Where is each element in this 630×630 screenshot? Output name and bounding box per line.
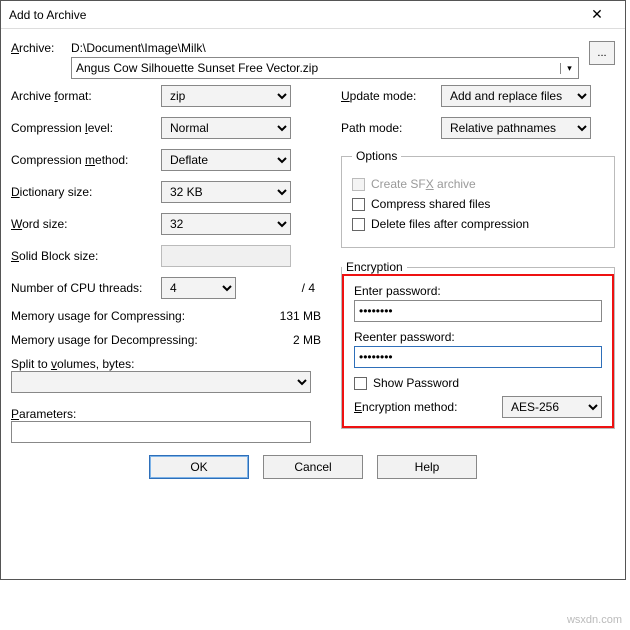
params-label: Parameters: (11, 407, 321, 421)
archive-path: D:\Document\Image\Milk\ (71, 41, 579, 55)
update-mode-label: Update mode: (341, 89, 441, 103)
window-title: Add to Archive (9, 8, 86, 22)
cancel-button[interactable]: Cancel (263, 455, 363, 479)
options-group: Options Create SFX archive Compress shar… (341, 149, 615, 248)
enter-password-label: Enter password: (354, 284, 602, 298)
split-select[interactable] (11, 371, 311, 393)
word-label: Word size: (11, 217, 161, 231)
right-column: Update mode: Add and replace files Path … (341, 85, 615, 443)
show-password-checkbox[interactable] (354, 377, 367, 390)
path-mode-select[interactable]: Relative pathnames (441, 117, 591, 139)
update-mode-select[interactable]: Add and replace files (441, 85, 591, 107)
encryption-group: Encryption Enter password: Reenter passw… (341, 260, 615, 429)
dialog-window: Add to Archive ✕ Archive: D:\Document\Im… (0, 0, 626, 580)
sfx-checkbox (352, 178, 365, 191)
show-password-label: Show Password (373, 376, 459, 390)
left-column: Archive format: zip Compression level: N… (11, 85, 321, 443)
archive-filename-input[interactable] (72, 58, 560, 78)
encryption-highlight: Enter password: Reenter password: Show P… (342, 274, 614, 428)
browse-button[interactable]: ... (589, 41, 615, 65)
help-button[interactable]: Help (377, 455, 477, 479)
dictionary-label: Dictionary size: (11, 185, 161, 199)
word-select[interactable]: 32 (161, 213, 291, 235)
shared-checkbox[interactable] (352, 198, 365, 211)
titlebar: Add to Archive ✕ (1, 1, 625, 29)
compression-method-label: Compression method: (11, 153, 161, 167)
encryption-method-label: Encryption method: (354, 400, 502, 414)
cpu-total: / 4 (236, 281, 321, 295)
dictionary-select[interactable]: 32 KB (161, 181, 291, 203)
archive-filename-combo[interactable]: ▾ (71, 57, 579, 79)
chevron-down-icon[interactable]: ▾ (560, 63, 578, 74)
split-label: Split to volumes, bytes: (11, 357, 321, 371)
mem-decompress-label: Memory usage for Decompressing: (11, 333, 293, 347)
compression-level-select[interactable]: Normal (161, 117, 291, 139)
cpu-label: Number of CPU threads: (11, 281, 161, 295)
archive-format-select[interactable]: zip (161, 85, 291, 107)
delete-checkbox[interactable] (352, 218, 365, 231)
close-icon[interactable]: ✕ (577, 6, 617, 23)
archive-label: Archive: (11, 41, 71, 55)
mem-compress-label: Memory usage for Compressing: (11, 309, 280, 323)
archive-format-label: Archive format: (11, 89, 161, 103)
mem-decompress-value: 2 MB (293, 333, 321, 347)
encryption-legend: Encryption (342, 260, 407, 274)
options-legend: Options (352, 149, 401, 163)
compression-method-select[interactable]: Deflate (161, 149, 291, 171)
params-input[interactable] (11, 421, 311, 443)
cpu-threads-select[interactable]: 4 (161, 277, 236, 299)
solid-select-disabled (161, 245, 291, 267)
watermark: wsxdn.com (567, 614, 622, 626)
delete-label: Delete files after compression (371, 217, 529, 231)
ok-button[interactable]: OK (149, 455, 249, 479)
solid-label: Solid Block size: (11, 249, 161, 263)
reenter-password-label: Reenter password: (354, 330, 602, 344)
reenter-password-input[interactable] (354, 346, 602, 368)
shared-label: Compress shared files (371, 197, 490, 211)
dialog-body: Archive: D:\Document\Image\Milk\ ▾ ... A… (1, 29, 625, 489)
encryption-method-select[interactable]: AES-256 (502, 396, 602, 418)
sfx-label: Create SFX archive (371, 177, 476, 191)
button-bar: OK Cancel Help (11, 455, 615, 479)
compression-level-label: Compression level: (11, 121, 161, 135)
path-mode-label: Path mode: (341, 121, 441, 135)
enter-password-input[interactable] (354, 300, 602, 322)
mem-compress-value: 131 MB (280, 309, 321, 323)
